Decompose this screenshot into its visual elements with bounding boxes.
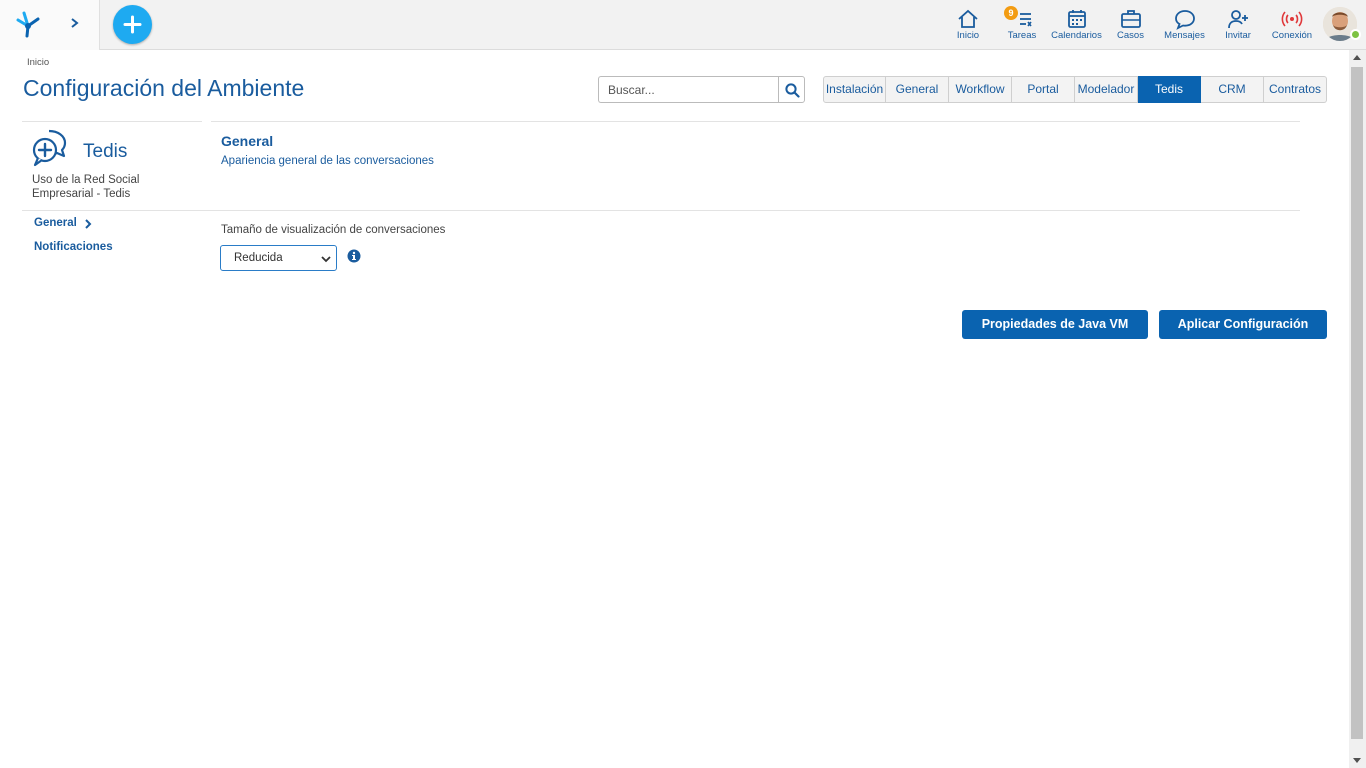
search-box <box>598 76 805 103</box>
display-size-value: Reducida <box>234 252 283 264</box>
app-logo-icon[interactable] <box>12 8 44 40</box>
connection-icon <box>1281 11 1303 27</box>
tab-instalacion[interactable]: Instalación <box>823 76 886 103</box>
chat-icon <box>1174 10 1195 30</box>
nav-mensajes-label: Mensajes <box>1164 30 1205 41</box>
nav-casos-label: Casos <box>1117 30 1144 41</box>
tasks-count-badge: 9 <box>1004 6 1018 20</box>
nav-inicio-label: Inicio <box>956 30 980 41</box>
sidebar-divider-top <box>22 121 202 122</box>
nav-conexion-label: Conexión <box>1271 30 1313 41</box>
display-size-select[interactable]: Reducida <box>220 245 337 271</box>
java-vm-properties-button[interactable]: Propiedades de Java VM <box>962 310 1148 339</box>
online-status-dot <box>1350 29 1361 40</box>
nav-inicio[interactable]: Inicio <box>952 6 984 44</box>
nav-conexion[interactable]: Conexión <box>1270 6 1314 44</box>
top-bar: Inicio Tareas 9 Calendarios Casos Mensaj… <box>0 0 1366 50</box>
tab-tedis[interactable]: Tedis <box>1138 76 1201 103</box>
tab-general[interactable]: General <box>886 76 949 103</box>
content-divider <box>202 210 1300 211</box>
search-button[interactable] <box>778 76 805 103</box>
calendar-icon <box>1067 10 1086 28</box>
search-input[interactable] <box>598 76 779 103</box>
nav-calendarios-label: Calendarios <box>1051 30 1102 41</box>
tab-modelador[interactable]: Modelador <box>1075 76 1138 103</box>
tab-crm[interactable]: CRM <box>1201 76 1264 103</box>
expand-menu-chevron-icon[interactable] <box>68 14 82 32</box>
chevron-right-icon <box>85 219 92 229</box>
tab-workflow[interactable]: Workflow <box>949 76 1012 103</box>
breadcrumb[interactable]: Inicio <box>27 57 49 68</box>
chevron-down-icon <box>321 256 331 263</box>
tab-contratos[interactable]: Contratos <box>1264 76 1327 103</box>
sidebar-divider <box>22 210 202 211</box>
config-tabs: Instalación General Workflow Portal Mode… <box>823 76 1327 103</box>
sidebar-item-notificaciones[interactable]: Notificaciones <box>34 241 113 253</box>
nav-calendarios[interactable]: Calendarios <box>1049 6 1104 44</box>
page-title: Configuración del Ambiente <box>23 75 305 101</box>
sidebar-title: Tedis <box>83 141 128 162</box>
sidebar-description: Uso de la Red Social Empresarial - Tedis <box>32 174 140 200</box>
info-icon[interactable] <box>347 249 361 263</box>
search-icon <box>785 83 800 98</box>
nav-casos[interactable]: Casos <box>1115 6 1146 44</box>
display-size-label: Tamaño de visualización de conversacione… <box>221 224 446 236</box>
apply-configuration-button[interactable]: Aplicar Configuración <box>1159 310 1327 339</box>
briefcase-icon <box>1120 10 1141 28</box>
section-title: General <box>221 133 274 149</box>
section-subtitle: Apariencia general de las conversaciones <box>221 155 434 167</box>
invite-icon <box>1228 10 1248 29</box>
nav-mensajes[interactable]: Mensajes <box>1162 6 1207 44</box>
tedis-chat-icon <box>32 129 67 167</box>
tab-portal[interactable]: Portal <box>1012 76 1075 103</box>
nav-tareas-label: Tareas <box>1007 30 1037 41</box>
page-scrollbar[interactable] <box>1349 50 1366 768</box>
scroll-up-arrow-icon[interactable] <box>1353 55 1361 60</box>
logo-area <box>0 0 100 50</box>
nav-invitar[interactable]: Invitar <box>1222 6 1254 44</box>
content-divider-top <box>211 121 1300 122</box>
plus-icon <box>123 15 142 34</box>
scroll-down-arrow-icon[interactable] <box>1353 758 1361 763</box>
home-icon <box>958 9 978 28</box>
scrollbar-thumb[interactable] <box>1351 67 1363 739</box>
sidebar-item-general[interactable]: General <box>34 217 77 229</box>
new-item-button[interactable] <box>113 5 152 44</box>
nav-invitar-label: Invitar <box>1225 30 1251 41</box>
